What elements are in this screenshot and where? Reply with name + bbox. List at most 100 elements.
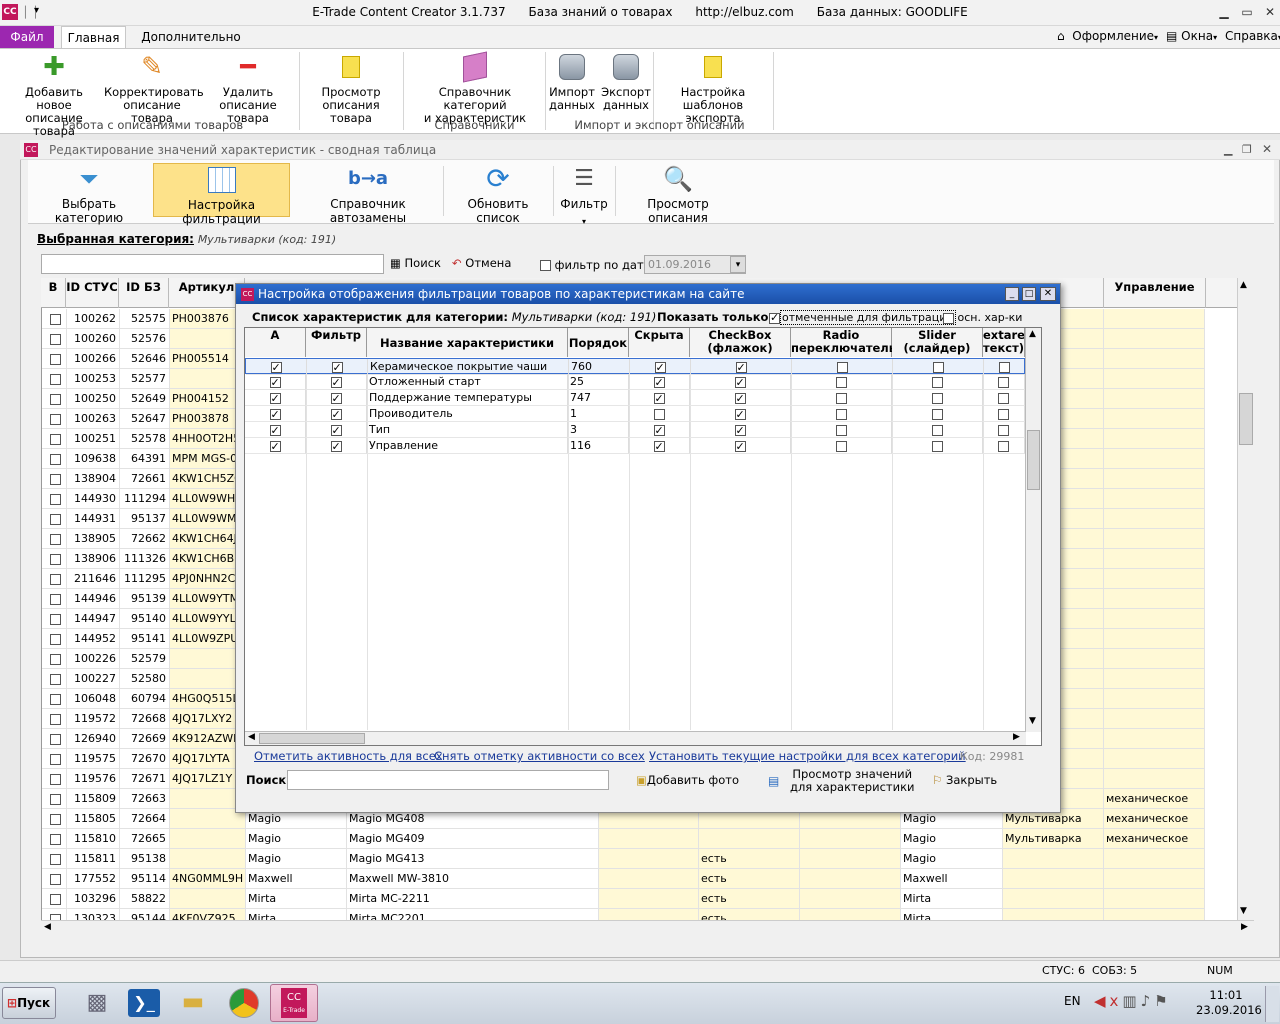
scroll-up-icon[interactable]: ▲ [1029,329,1036,339]
child-restore-button[interactable]: ❐ [1242,143,1252,156]
table-cell[interactable] [1104,689,1205,709]
row-select-checkbox[interactable] [42,529,67,549]
characteristic-order[interactable]: 3 [568,422,629,438]
col-header-article[interactable]: Артикул [169,278,245,308]
language-indicator[interactable]: EN [1064,994,1081,1008]
table-cell[interactable] [800,829,901,849]
characteristic-a-checkbox[interactable] [245,406,306,422]
table-cell[interactable] [1104,409,1205,429]
table-cell[interactable]: Maxwell [901,869,1003,889]
table-cell[interactable] [1104,769,1205,789]
characteristic-slider-checkbox[interactable] [892,406,983,422]
table-cell[interactable]: 72669 [120,729,170,749]
characteristic-cb-checkbox[interactable] [690,390,791,406]
windows-menu[interactable]: ▤ Окна▾ [1166,29,1217,43]
characteristic-cb-checkbox[interactable] [690,406,791,422]
row-select-checkbox[interactable] [42,549,67,569]
table-cell[interactable]: 52578 [120,429,170,449]
characteristic-radio-checkbox[interactable] [791,406,892,422]
table-cell[interactable]: 115809 [67,789,120,809]
dialog-horizontal-scrollbar[interactable]: ◀ ▶ [245,731,1026,745]
table-cell[interactable]: 111294 [120,489,170,509]
col-header-id-stus[interactable]: ID СТУС [66,278,119,308]
row-select-checkbox[interactable] [42,449,67,469]
dialog-vertical-scrollbar[interactable]: ▲ ▼ [1025,328,1041,732]
system-clock[interactable]: 11:01 23.09.2016 [1196,988,1262,1018]
characteristic-f-checkbox[interactable] [306,406,367,422]
table-cell[interactable]: 72670 [120,749,170,769]
server-manager-icon[interactable]: ▩ [80,986,114,1020]
row-select-checkbox[interactable] [42,769,67,789]
table-cell[interactable]: Maxwell MW-3810 [347,869,599,889]
table-cell[interactable]: Мультиварка [1003,829,1104,849]
table-cell[interactable]: 58822 [120,889,170,909]
characteristic-slider-checkbox[interactable] [893,359,984,375]
row-select-checkbox[interactable] [42,329,67,349]
row-select-checkbox[interactable] [42,809,67,829]
characteristic-order[interactable]: 760 [569,359,630,375]
table-cell[interactable] [1104,849,1205,869]
table-cell[interactable] [1104,309,1205,329]
row-select-checkbox[interactable] [42,309,67,329]
mark-all-active-link[interactable]: Отметить активность для всех [254,749,443,763]
table-cell[interactable] [1104,389,1205,409]
table-cell[interactable] [1104,469,1205,489]
tray-icons[interactable]: ◀x▥♪⚑ [1094,992,1172,1010]
characteristic-a-checkbox[interactable] [245,438,306,454]
add-photo-button[interactable]: ▣Добавить фото [636,773,739,787]
table-cell[interactable] [1104,549,1205,569]
table-cell[interactable]: Mirta [901,889,1003,909]
characteristic-name[interactable]: Управление [367,438,568,454]
table-cell[interactable]: 100251 [67,429,120,449]
characteristic-name[interactable]: Тип [367,422,568,438]
characteristic-slider-checkbox[interactable] [892,390,983,406]
view-description-button[interactable]: Просмотр описания товара [302,52,400,125]
table-cell[interactable] [1104,709,1205,729]
preview-description-button[interactable]: 🔍 Просмотр описания [620,163,736,225]
col-header-order[interactable]: Порядок [568,328,629,357]
table-cell[interactable] [1104,729,1205,749]
table-cell[interactable]: 72665 [120,829,170,849]
table-cell[interactable]: 4NG0MML9H [170,869,246,889]
table-cell[interactable] [1003,849,1104,869]
table-cell[interactable]: 119572 [67,709,120,729]
select-category-button[interactable]: ⏷ Выбрать категорию [33,163,145,225]
scroll-thumb[interactable] [1239,393,1253,445]
table-cell[interactable]: 100250 [67,389,120,409]
powershell-icon[interactable]: ❯_ [128,989,160,1017]
characteristic-f-checkbox[interactable] [306,374,367,390]
table-cell[interactable] [1104,649,1205,669]
table-cell[interactable]: 100260 [67,329,120,349]
characteristic-f-checkbox[interactable] [306,390,367,406]
table-cell[interactable]: 52580 [120,669,170,689]
row-select-checkbox[interactable] [42,349,67,369]
apply-to-all-categories-link[interactable]: Установить текущие настройки для всех ка… [649,749,966,763]
unmark-all-active-link[interactable]: Снять отметку активности со всех [434,749,645,763]
table-cell[interactable]: 144946 [67,589,120,609]
date-dropdown-icon[interactable]: ▾ [730,256,746,273]
explorer-folder-icon[interactable]: ▬ [176,987,210,1019]
col-header-id-bz[interactable]: ID БЗ [119,278,169,308]
table-cell[interactable]: 52575 [120,309,170,329]
filter-dropdown-button[interactable]: ☰ Фильтр ▾ [557,163,611,227]
table-cell[interactable]: Mirta MC-2211 [347,889,599,909]
table-cell[interactable] [1104,569,1205,589]
characteristic-cb-checkbox[interactable] [690,438,791,454]
table-cell[interactable]: 100263 [67,409,120,429]
characteristic-name[interactable]: Проиводитель [367,406,568,422]
date-filter-checkbox[interactable]: фильтр по дате [540,258,651,272]
start-button[interactable]: ⊞Пуск [2,987,56,1019]
maximize-button[interactable]: ▭ [1238,4,1256,20]
table-cell[interactable]: Magio [246,849,347,869]
scroll-down-icon[interactable]: ▼ [1029,716,1036,726]
table-cell[interactable]: 115805 [67,809,120,829]
close-dialog-button[interactable]: ⚐ Закрыть [932,773,997,787]
table-cell[interactable]: 109638 [67,449,120,469]
table-row[interactable]: 115810 72665 Magio Magio MG409 Magio Мультива… [42,829,1232,849]
scroll-thumb[interactable] [1027,430,1040,490]
table-cell[interactable]: 95138 [120,849,170,869]
table-cell[interactable] [1104,509,1205,529]
col-header-filter[interactable]: Фильтр [306,328,367,357]
network-icon[interactable]: ▥ [1122,992,1140,1010]
dialog-minimize-button[interactable]: _ [1005,287,1019,301]
